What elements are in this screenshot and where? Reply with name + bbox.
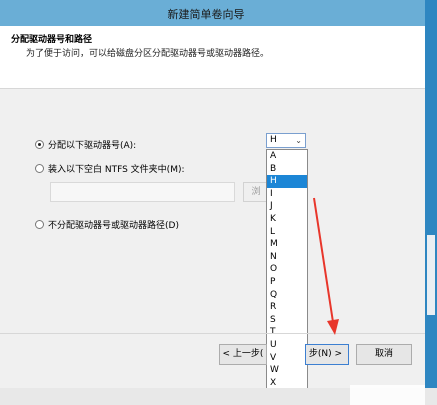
arrow-shaft xyxy=(313,197,334,323)
annotation-arrow xyxy=(313,197,339,335)
arrow-head xyxy=(327,319,339,335)
